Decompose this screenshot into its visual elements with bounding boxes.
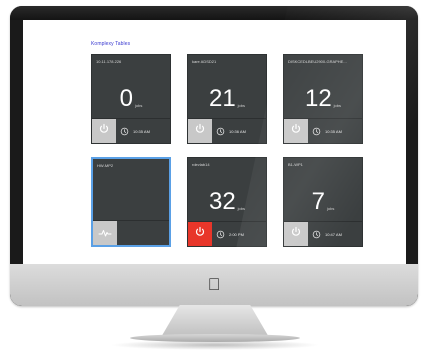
tile-name: 10.11.178.226 (96, 59, 122, 64)
tile-body: 21 jobs (188, 65, 266, 113)
tile-time: 10:35 AM (133, 128, 150, 134)
tile-5[interactable]: B1-WP1 7 jobs 10:47 AM (283, 157, 363, 247)
power-icon (290, 122, 302, 140)
tile-name: rdevlab14 (192, 162, 210, 167)
tile-unit: jobs (237, 206, 246, 211)
activity-icon (98, 228, 112, 238)
clock-icon (216, 127, 225, 136)
tile-unit: jobs (237, 103, 246, 108)
power-icon (194, 225, 206, 243)
tile-1[interactable]: kare ADSD21 21 jobs 10:36 AM (187, 54, 267, 144)
breadcrumb[interactable]: Komplexy Tables (91, 41, 130, 47)
apple-logo-icon:  (206, 276, 222, 294)
tile-0[interactable]: 10.11.178.226 0 jobs 10:35 AM (91, 54, 171, 144)
power-button[interactable] (284, 119, 308, 143)
last-update: 2:00 PM (216, 222, 244, 246)
tile-body: 12 jobs (284, 65, 362, 113)
tile-time: 10:36 AM (229, 128, 246, 134)
tile-body: 32 jobs (188, 168, 266, 216)
monitor-foot (130, 334, 300, 342)
tile-unit: jobs (333, 103, 342, 108)
tile-footer: 2:00 PM (188, 221, 266, 246)
power-button[interactable] (188, 222, 212, 246)
tile-time: 10:35 AM (325, 128, 342, 134)
tile-name: DISKCEDLBEU2900-GRAPHE... (288, 59, 347, 64)
power-icon (194, 122, 206, 140)
last-update: 10:35 AM (312, 119, 342, 143)
clock-icon (312, 127, 321, 136)
monitor: Komplexy Tables 10.11.178.226 0 jobs 10:… (10, 6, 418, 306)
tile-body: 0 jobs (92, 65, 170, 113)
last-update: 10:36 AM (216, 119, 246, 143)
tile-footer: 10:36 AM (188, 118, 266, 143)
last-update (121, 221, 125, 245)
tile-value: 21 (208, 85, 236, 112)
screen: Komplexy Tables 10.11.178.226 0 jobs 10:… (23, 20, 406, 264)
tile-value: 32 (208, 188, 236, 215)
tile-unit: jobs (135, 103, 143, 108)
tile-footer: 10:35 AM (284, 118, 362, 143)
tile-unit: jobs (327, 206, 335, 211)
tile-name: HW-MP2 (97, 163, 114, 168)
tile-value: 7 (311, 188, 325, 215)
tile-value: 0 (119, 85, 133, 112)
tile-2[interactable]: DISKCEDLBEU2900-GRAPHE... 12 jobs 10:35 … (283, 54, 363, 144)
tile-3[interactable]: HW-MP2 (91, 157, 171, 247)
tile-time: 2:00 PM (229, 231, 244, 237)
tile-name: B1-WP1 (288, 162, 303, 167)
tile-value: 12 (304, 85, 332, 112)
clock-icon (312, 230, 321, 239)
tile-name: kare ADSD21 (192, 59, 217, 64)
tile-4[interactable]: rdevlab14 32 jobs 2:00 PM (187, 157, 267, 247)
clock-icon (120, 127, 129, 136)
tile-footer: 10:47 AM (284, 221, 362, 246)
activity-button[interactable] (93, 221, 117, 245)
last-update: 10:35 AM (120, 119, 150, 143)
power-button[interactable] (284, 222, 308, 246)
tile-body (93, 169, 169, 217)
monitor-bezel (10, 6, 418, 20)
last-update: 10:47 AM (312, 222, 342, 246)
power-icon (290, 225, 302, 243)
power-button[interactable] (188, 119, 212, 143)
tile-footer: 10:35 AM (92, 118, 170, 143)
tile-body: 7 jobs (284, 168, 362, 216)
tile-time: 10:47 AM (325, 231, 342, 237)
power-button[interactable] (92, 119, 116, 143)
clock-icon (216, 230, 225, 239)
tile-footer (93, 220, 169, 245)
power-icon (98, 122, 110, 140)
